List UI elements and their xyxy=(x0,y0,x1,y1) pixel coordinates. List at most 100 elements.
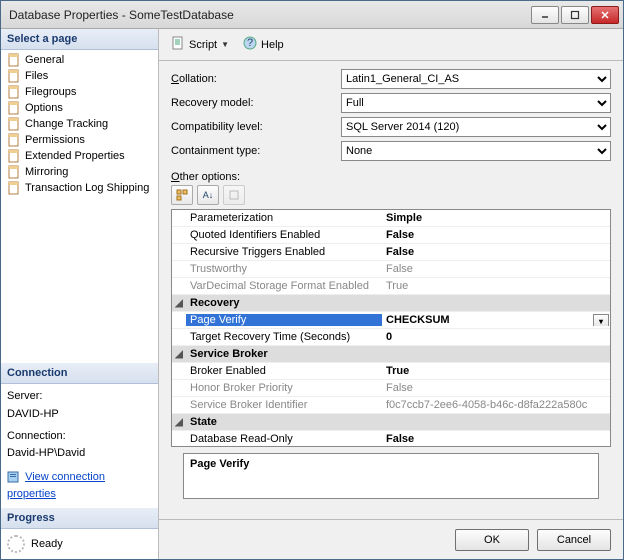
server-label: Server: xyxy=(7,388,152,406)
grid-property-value[interactable]: False xyxy=(382,263,610,275)
page-icon xyxy=(7,85,21,99)
sidebar-page-transaction-log-shipping[interactable]: Transaction Log Shipping xyxy=(1,180,158,196)
sidebar-page-label: Files xyxy=(25,70,48,82)
properties-icon xyxy=(7,471,19,483)
sidebar-page-change-tracking[interactable]: Change Tracking xyxy=(1,116,158,132)
grid-property-value[interactable]: CHECKSUM▾ xyxy=(382,314,610,326)
help-button[interactable]: ? Help xyxy=(239,34,288,55)
sidebar-page-label: Mirroring xyxy=(25,166,68,178)
sidebar-page-label: Permissions xyxy=(25,134,85,146)
grid-property-value[interactable]: True xyxy=(382,365,610,377)
maximize-button[interactable] xyxy=(561,6,589,24)
grid-property-row[interactable]: VarDecimal Storage Format EnabledTrue xyxy=(172,278,610,295)
dropdown-button[interactable]: ▾ xyxy=(593,314,609,326)
collapse-icon: ◢ xyxy=(172,298,186,309)
grid-property-name: Honor Broker Priority xyxy=(186,382,382,394)
collapse-icon: ◢ xyxy=(172,349,186,360)
svg-text:?: ? xyxy=(247,37,253,49)
description-title: Page Verify xyxy=(190,458,592,470)
grid-property-name: State xyxy=(186,416,382,428)
sidebar-page-label: Change Tracking xyxy=(25,118,108,130)
sidebar-page-filegroups[interactable]: Filegroups xyxy=(1,84,158,100)
grid-property-name: Broker Enabled xyxy=(186,365,382,377)
script-button[interactable]: Script ▼ xyxy=(167,34,233,55)
compatibility-level-select[interactable]: SQL Server 2014 (120) xyxy=(341,117,611,137)
dialog-window: Database Properties - SomeTestDatabase S… xyxy=(0,0,624,560)
sidebar-page-files[interactable]: Files xyxy=(1,68,158,84)
grid-property-value[interactable]: False xyxy=(382,229,610,241)
grid-property-name: Trustworthy xyxy=(186,263,382,275)
sidebar-page-label: Extended Properties xyxy=(25,150,125,162)
ok-button[interactable]: OK xyxy=(455,529,529,551)
script-icon xyxy=(171,36,185,53)
minimize-button[interactable] xyxy=(531,6,559,24)
chevron-down-icon: ▼ xyxy=(221,40,229,49)
page-icon xyxy=(7,53,21,67)
right-panel: Script ▼ ? Help Collation: Latin1_Genera… xyxy=(159,29,623,559)
page-icon xyxy=(7,69,21,83)
close-button[interactable] xyxy=(591,6,619,24)
grid-property-name: Quoted Identifiers Enabled xyxy=(186,229,382,241)
grid-property-row[interactable]: Recursive Triggers EnabledFalse xyxy=(172,244,610,261)
grid-property-value[interactable]: False xyxy=(382,246,610,258)
connection-value: David-HP\David xyxy=(7,445,152,463)
sidebar-page-mirroring[interactable]: Mirroring xyxy=(1,164,158,180)
other-options-label: Other options: xyxy=(171,171,611,183)
cancel-button[interactable]: Cancel xyxy=(537,529,611,551)
page-icon xyxy=(7,165,21,179)
grid-property-value[interactable]: f0c7ccb7-2ee6-4058-b46c-d8fa222a580c xyxy=(382,399,610,411)
grid-property-value[interactable]: 0 xyxy=(382,331,610,343)
grid-property-value[interactable]: True xyxy=(382,280,610,292)
page-icon xyxy=(7,117,21,131)
page-icon xyxy=(7,181,21,195)
grid-property-value[interactable]: False xyxy=(382,382,610,394)
sidebar-page-label: Options xyxy=(25,102,63,114)
grid-property-row[interactable]: Service Broker Identifierf0c7ccb7-2ee6-4… xyxy=(172,397,610,414)
grid-property-row[interactable]: Honor Broker PriorityFalse xyxy=(172,380,610,397)
description-box: Page Verify xyxy=(183,453,599,499)
grid-property-value[interactable]: False xyxy=(382,433,610,445)
grid-property-name: Service Broker xyxy=(186,348,382,360)
progress-header: Progress xyxy=(1,508,158,529)
page-list: General Files Filegroups Options Change Trac… xyxy=(1,50,158,198)
grid-property-name: Recovery xyxy=(186,297,382,309)
grid-property-row[interactable]: ParameterizationSimple xyxy=(172,210,610,227)
grid-property-value[interactable]: Simple xyxy=(382,212,610,224)
connection-label: Connection: xyxy=(7,428,152,446)
property-pages-button[interactable] xyxy=(223,185,245,205)
categorized-view-button[interactable] xyxy=(171,185,193,205)
recovery-model-select[interactable]: Full xyxy=(341,93,611,113)
select-page-header: Select a page xyxy=(1,29,158,50)
property-grid[interactable]: ParameterizationSimpleQuoted Identifiers… xyxy=(171,209,611,447)
grid-category[interactable]: ◢Recovery xyxy=(172,295,610,312)
server-value: DAVID-HP xyxy=(7,406,152,424)
left-panel: Select a page General Files Filegroups Opti… xyxy=(1,29,159,559)
grid-category[interactable]: ◢Service Broker xyxy=(172,346,610,363)
grid-property-row[interactable]: Page VerifyCHECKSUM▾ xyxy=(172,312,610,329)
collation-select[interactable]: Latin1_General_CI_AS xyxy=(341,69,611,89)
sidebar-page-extended-properties[interactable]: Extended Properties xyxy=(1,148,158,164)
sidebar-page-general[interactable]: General xyxy=(1,52,158,68)
form-area: Collation: Latin1_General_CI_AS Recovery… xyxy=(159,61,623,503)
alphabetical-view-button[interactable]: A↓ xyxy=(197,185,219,205)
footer: OK Cancel xyxy=(159,519,623,559)
grid-property-row[interactable]: TrustworthyFalse xyxy=(172,261,610,278)
grid-property-name: Database Read-Only xyxy=(186,433,382,445)
containment-type-label: Containment type: xyxy=(171,145,341,157)
view-connection-properties-link[interactable]: View connection properties xyxy=(7,469,152,504)
connection-body: Server: DAVID-HP Connection: David-HP\Da… xyxy=(1,384,158,508)
grid-property-row[interactable]: Quoted Identifiers EnabledFalse xyxy=(172,227,610,244)
collapse-icon: ◢ xyxy=(172,417,186,428)
grid-property-row[interactable]: Database Read-OnlyFalse xyxy=(172,431,610,447)
sidebar-page-permissions[interactable]: Permissions xyxy=(1,132,158,148)
containment-type-select[interactable]: None xyxy=(341,141,611,161)
grid-category[interactable]: ◢State xyxy=(172,414,610,431)
help-icon: ? xyxy=(243,36,257,53)
grid-property-name: Page Verify xyxy=(186,314,382,326)
grid-property-name: Parameterization xyxy=(186,212,382,224)
collation-label: Collation: xyxy=(171,73,341,85)
grid-property-row[interactable]: Broker EnabledTrue xyxy=(172,363,610,380)
progress-body: Ready xyxy=(1,529,158,559)
grid-property-row[interactable]: Target Recovery Time (Seconds)0 xyxy=(172,329,610,346)
sidebar-page-options[interactable]: Options xyxy=(1,100,158,116)
